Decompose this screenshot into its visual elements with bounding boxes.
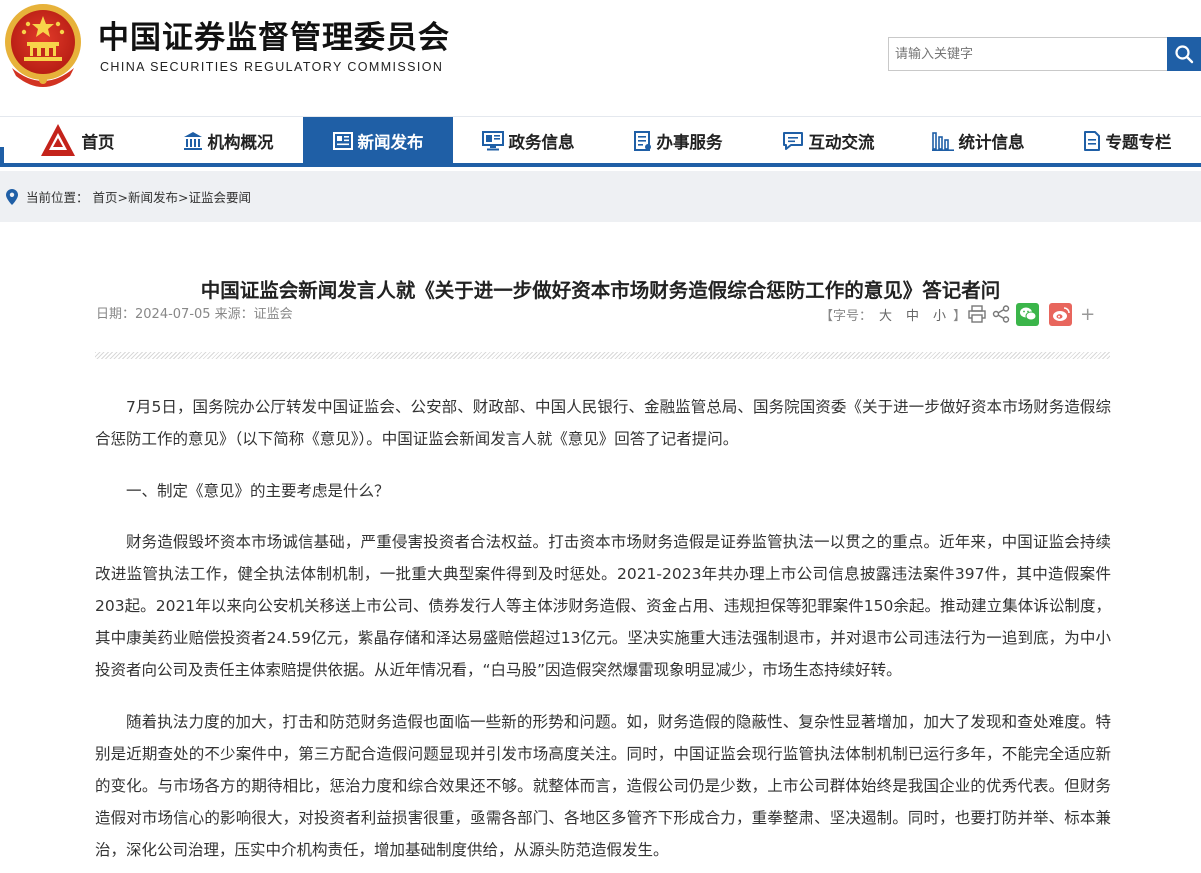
nav-item-news[interactable]: 新闻发布 (303, 117, 453, 164)
wechat-share-button[interactable] (1016, 302, 1040, 326)
article-tools: 【字号： 大 中 小 】 + (820, 301, 1095, 327)
breadcrumb-path[interactable]: 首页>新闻发布>证监会要闻 (93, 187, 251, 206)
monitor-icon (481, 130, 504, 151)
font-size-medium[interactable]: 中 (906, 305, 919, 324)
nav-item-topics[interactable]: 专题专栏 (1053, 117, 1201, 164)
nav-label: 机构概况 (207, 132, 274, 152)
nav-label: 政务信息 (508, 132, 575, 152)
nav-item-about[interactable]: 机构概况 (153, 117, 303, 164)
nav-label: 办事服务 (656, 132, 723, 152)
nav-accent-edge (0, 147, 4, 167)
article-section-heading: 一、制定《意见》的主要考虑是什么？ (126, 482, 390, 500)
newspaper-icon (332, 131, 353, 150)
nav-item-services[interactable]: 办事服务 (603, 117, 753, 164)
nav-label: 统计信息 (958, 132, 1025, 152)
nav-label: 首页 (81, 132, 115, 152)
site-title: 中国证券监督管理委员会 (98, 20, 450, 56)
font-size-close: 】 (953, 308, 967, 324)
nav-label: 专题专栏 (1105, 132, 1172, 152)
font-size-label: 【字号： (820, 308, 873, 324)
bar-chart-icon (931, 131, 954, 151)
topic-doc-icon (1083, 130, 1101, 151)
nav-item-gov-info[interactable]: 政务信息 (453, 117, 603, 164)
main-nav: 首页 机构概况 新闻发布 政务信息 办事服务 互动交流 统计信息 专题专栏 (0, 116, 1201, 167)
document-list-icon (633, 130, 652, 151)
article-paragraph: 7月5日，国务院办公厅转发中国证监会、公安部、财政部、中国人民银行、金融监管总局… (95, 398, 1111, 448)
wechat-icon (1019, 307, 1037, 321)
weibo-icon (1052, 307, 1070, 321)
title-divider (95, 352, 1110, 359)
article-meta: 日期：2024-07-05 来源：证监会 (96, 307, 293, 322)
weibo-share-button[interactable] (1049, 302, 1073, 326)
site-subtitle-en: CHINA SECURITIES REGULATORY COMMISSION (100, 60, 444, 74)
site-header: 中国证券监督管理委员会 CHINA SECURITIES REGULATORY … (0, 0, 1201, 115)
building-icon (183, 131, 203, 151)
font-size-large[interactable]: 大 (879, 305, 892, 324)
print-icon[interactable] (968, 305, 986, 323)
csrc-logo-icon (39, 122, 77, 160)
breadcrumb-prefix: 当前位置： (26, 190, 89, 205)
article-title: 中国证监会新闻发言人就《关于进一步做好资本市场财务造假综合惩防工作的意见》答记者… (200, 279, 1001, 302)
nav-item-home[interactable]: 首页 (0, 117, 153, 164)
more-share-button[interactable]: + (1080, 304, 1095, 325)
location-pin-icon (6, 188, 18, 205)
search-icon (1175, 45, 1194, 64)
nav-label: 互动交流 (808, 132, 875, 152)
search-input[interactable] (888, 37, 1167, 71)
article-paragraph: 财务造假毁坏资本市场诚信基础，严重侵害投资者合法权益。打击资本市场财务造假是证券… (95, 533, 1111, 679)
nav-label: 新闻发布 (357, 132, 424, 152)
article-paragraph: 随着执法力度的加大，打击和防范财务造假也面临一些新的形势和问题。如，财务造假的隐… (95, 713, 1111, 859)
font-size-small[interactable]: 小 (933, 305, 946, 324)
chat-icon (782, 131, 804, 151)
share-icon[interactable] (992, 305, 1010, 323)
nav-item-interaction[interactable]: 互动交流 (753, 117, 903, 164)
search-button[interactable] (1167, 37, 1201, 71)
breadcrumb: 当前位置： 首页>新闻发布>证监会要闻 (6, 187, 251, 206)
nav-item-statistics[interactable]: 统计信息 (903, 117, 1053, 164)
national-emblem-icon[interactable] (2, 2, 84, 88)
